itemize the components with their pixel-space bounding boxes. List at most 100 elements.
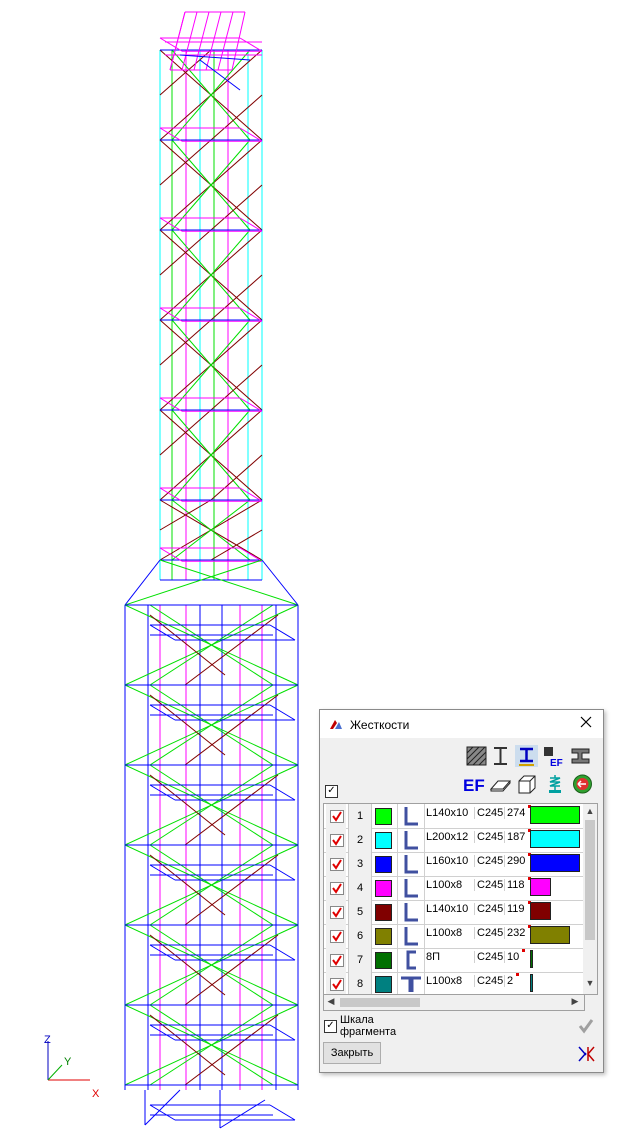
row-visibility-toggle[interactable] <box>326 972 346 994</box>
color-swatch[interactable] <box>375 832 392 849</box>
close-button[interactable]: Закрыть <box>323 1042 381 1064</box>
material-name: C245 <box>474 903 503 915</box>
section-name: L140x10 <box>426 903 469 915</box>
count-marker <box>516 973 520 976</box>
row-visibility-toggle[interactable] <box>326 924 346 948</box>
section-name: L140x10 <box>426 807 469 819</box>
horizontal-scroll-thumb[interactable] <box>340 998 420 1007</box>
row-visibility-toggle[interactable] <box>326 900 346 924</box>
fragment-scale-label: Шкала фрагмента <box>340 1014 397 1038</box>
table-row[interactable]: 3 L160x10 C245 290 <box>324 852 584 877</box>
table-row[interactable]: 8 L100x8 C245 2 <box>324 972 584 994</box>
color-swatch[interactable] <box>375 880 392 897</box>
ef-icon[interactable]: EF <box>463 773 486 795</box>
element-count: 10 <box>504 949 526 963</box>
section-name: L200x12 <box>426 831 469 843</box>
color-swatch[interactable] <box>375 808 392 825</box>
table-row[interactable]: 6 L100x8 C245 232 <box>324 924 584 949</box>
count-bar <box>530 950 533 968</box>
section-shape-icon <box>397 900 425 924</box>
row-number: 4 <box>348 876 372 900</box>
table-row[interactable]: 4 L100x8 C245 118 <box>324 876 584 901</box>
dialog-titlebar[interactable]: Жесткости <box>320 710 603 738</box>
count-bar <box>530 830 580 848</box>
count-bar <box>530 878 551 896</box>
row-number: 2 <box>348 828 372 852</box>
select-all-checkbox[interactable]: ✓ <box>325 785 338 798</box>
row-visibility-toggle[interactable] <box>326 948 346 972</box>
axis-z-label: Z <box>44 1034 51 1046</box>
row-number: 7 <box>348 948 372 972</box>
count-bar <box>530 902 551 920</box>
count-bar <box>530 854 580 872</box>
section-shape-icon <box>397 972 425 994</box>
count-bar <box>530 926 570 944</box>
table-row[interactable]: 7 8П C245 10 <box>324 948 584 973</box>
element-count-value: 187 <box>507 831 526 843</box>
element-count: 274 <box>504 805 532 819</box>
section-shape-icon <box>397 804 425 828</box>
section-name: L100x8 <box>426 927 463 939</box>
i-beam-selected-icon[interactable] <box>515 745 538 767</box>
row-visibility-toggle[interactable] <box>326 804 346 828</box>
close-icon[interactable] <box>579 715 593 729</box>
row-visibility-toggle[interactable] <box>326 828 346 852</box>
cut-icon[interactable] <box>576 1044 596 1064</box>
row-number: 5 <box>348 900 372 924</box>
element-count-value: 119 <box>507 903 525 915</box>
element-count-value: 10 <box>507 951 520 963</box>
section-name: L100x8 <box>426 879 463 891</box>
color-swatch[interactable] <box>375 928 392 945</box>
scroll-left-icon[interactable]: ◀ <box>324 996 338 1007</box>
scroll-up-icon[interactable]: ▲ <box>583 806 597 816</box>
stiffness-dialog[interactable]: Жесткости EF EF ✓ 1 L140x10 C245 274 2 L… <box>319 709 604 1073</box>
i-beam-icon[interactable] <box>489 745 512 767</box>
element-count: 2 <box>504 973 520 987</box>
axis-y-label: Y <box>64 1056 72 1068</box>
apply-check-icon[interactable] <box>576 1016 596 1036</box>
color-swatch[interactable] <box>375 856 392 873</box>
dialog-title: Жесткости <box>350 718 410 732</box>
solid-icon[interactable] <box>516 773 539 795</box>
scroll-right-icon[interactable]: ▶ <box>568 996 582 1007</box>
row-visibility-toggle[interactable] <box>326 876 346 900</box>
svg-text:EF: EF <box>463 776 485 795</box>
scroll-down-icon[interactable]: ▼ <box>583 978 597 988</box>
vertical-scroll-thumb[interactable] <box>585 820 595 940</box>
section-shape-icon <box>397 852 425 876</box>
table-row[interactable]: 2 L200x12 C245 187 <box>324 828 584 853</box>
section-shape-icon <box>397 828 425 852</box>
horizontal-scrollbar[interactable]: ◀ ▶ <box>323 994 585 1011</box>
stiffness-table[interactable]: 1 L140x10 C245 274 2 L200x12 C245 187 3 L160x10 C2… <box>323 803 585 995</box>
section-name: L160x10 <box>426 855 469 867</box>
color-swatch[interactable] <box>375 976 392 993</box>
spring-icon[interactable] <box>544 773 567 795</box>
table-row[interactable]: 5 L140x10 C245 119 <box>324 900 584 925</box>
color-swatch[interactable] <box>375 952 392 969</box>
axis-x-label: X <box>92 1088 100 1100</box>
element-count-value: 232 <box>507 927 526 939</box>
table-row[interactable]: 1 L140x10 C245 274 <box>324 804 584 829</box>
section-shape-icon <box>397 924 425 948</box>
element-count: 232 <box>504 925 532 939</box>
hatched-section-icon[interactable] <box>465 745 488 767</box>
section-shape-icon <box>397 948 425 972</box>
channel-section-icon[interactable] <box>569 745 592 767</box>
vertical-scrollbar[interactable]: ▲ ▼ <box>583 803 598 995</box>
row-number: 3 <box>348 852 372 876</box>
app-icon <box>330 720 342 729</box>
fragment-scale-checkbox[interactable]: ✓ <box>324 1020 337 1033</box>
section-name: L100x8 <box>426 975 463 987</box>
element-count: 118 <box>504 877 531 891</box>
row-visibility-toggle[interactable] <box>326 852 346 876</box>
section-name: 8П <box>426 951 441 963</box>
plate-icon[interactable] <box>489 773 512 795</box>
back-arrow-icon[interactable] <box>571 773 594 795</box>
element-count: 290 <box>504 853 532 867</box>
color-swatch[interactable] <box>375 904 392 921</box>
svg-text:EF: EF <box>550 758 563 767</box>
count-bar <box>530 974 533 992</box>
ef-small-icon[interactable]: EF <box>542 745 565 767</box>
count-marker <box>522 949 526 952</box>
element-count: 187 <box>504 829 532 843</box>
